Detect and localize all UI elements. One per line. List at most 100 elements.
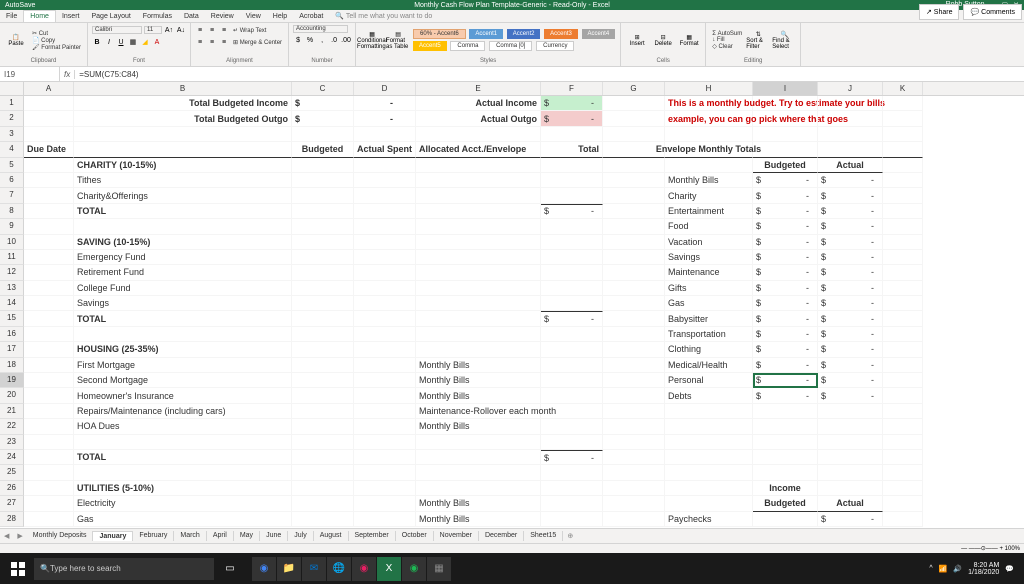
cell-C4[interactable]: Budgeted: [292, 142, 354, 157]
row-header-18[interactable]: 18: [0, 358, 24, 373]
cell-B7[interactable]: Charity&Offerings: [74, 188, 292, 203]
cell-A13[interactable]: [24, 281, 74, 296]
cell-E6[interactable]: [416, 173, 541, 188]
cell-B23[interactable]: [74, 435, 292, 450]
cell-H20[interactable]: Debts: [665, 388, 753, 403]
col-header-A[interactable]: A: [24, 82, 74, 95]
cell-B4[interactable]: [74, 142, 292, 157]
cell-K8[interactable]: [883, 204, 923, 219]
cell-I7[interactable]: $-: [753, 188, 818, 203]
taskbar-app-1[interactable]: ◉: [252, 557, 276, 581]
cell-K28[interactable]: [883, 512, 923, 527]
col-header-J[interactable]: J: [818, 82, 883, 95]
cell-I26[interactable]: Income: [753, 481, 818, 496]
cell-C9[interactable]: [292, 219, 354, 234]
cell-C6[interactable]: [292, 173, 354, 188]
wrap-text-button[interactable]: ↵ Wrap Text: [231, 27, 269, 34]
cell-C7[interactable]: [292, 188, 354, 203]
cell-H17[interactable]: Clothing: [665, 342, 753, 357]
cell-C14[interactable]: [292, 296, 354, 311]
cell-H24[interactable]: [665, 450, 753, 465]
border-button[interactable]: ▦: [128, 37, 138, 47]
cell-D6[interactable]: [354, 173, 416, 188]
taskbar-app-3[interactable]: ✉: [302, 557, 326, 581]
cell-G17[interactable]: [603, 342, 665, 357]
cell-I25[interactable]: [753, 465, 818, 480]
cell-D9[interactable]: [354, 219, 416, 234]
cell-J17[interactable]: $-: [818, 342, 883, 357]
cell-H18[interactable]: Medical/Health: [665, 358, 753, 373]
row-header-10[interactable]: 10: [0, 235, 24, 250]
cell-C27[interactable]: [292, 496, 354, 511]
cell-C28[interactable]: [292, 512, 354, 527]
cell-I6[interactable]: $-: [753, 173, 818, 188]
cell-A9[interactable]: [24, 219, 74, 234]
spreadsheet[interactable]: A B C D E F G H I J K 1Total Budgeted In…: [0, 82, 1024, 528]
bold-button[interactable]: B: [92, 37, 102, 47]
cell-G26[interactable]: [603, 481, 665, 496]
row-header-1[interactable]: 1: [0, 96, 24, 111]
cell-H27[interactable]: [665, 496, 753, 511]
style-accent1[interactable]: Accent1: [469, 29, 503, 39]
merge-center-button[interactable]: ⊞ Merge & Center: [231, 39, 284, 46]
row-header-4[interactable]: 4: [0, 142, 24, 157]
align-right-icon[interactable]: ≡: [219, 37, 229, 47]
row-header-28[interactable]: 28: [0, 512, 24, 527]
cell-I19[interactable]: $-: [753, 373, 818, 388]
sheet-tab-december[interactable]: December: [479, 531, 524, 541]
cell-D13[interactable]: [354, 281, 416, 296]
cell-D5[interactable]: [354, 158, 416, 173]
cell-B16[interactable]: [74, 327, 292, 342]
tray-sound-icon[interactable]: 🔊: [953, 565, 962, 573]
notification-icon[interactable]: 💬: [1005, 565, 1014, 573]
cell-C21[interactable]: [292, 404, 354, 419]
cell-H16[interactable]: Transportation: [665, 327, 753, 342]
cell-D19[interactable]: [354, 373, 416, 388]
cell-C25[interactable]: [292, 465, 354, 480]
tab-nav-prev[interactable]: ◀: [0, 532, 13, 540]
autosum-button[interactable]: Σ AutoSum: [710, 31, 744, 37]
cell-F25[interactable]: [541, 465, 603, 480]
font-name[interactable]: Calibri: [92, 26, 142, 34]
cell-H11[interactable]: Savings: [665, 250, 753, 265]
cell-A7[interactable]: [24, 188, 74, 203]
menu-data[interactable]: Data: [178, 11, 205, 22]
cell-J2[interactable]: [818, 111, 883, 126]
cell-B25[interactable]: [74, 465, 292, 480]
decimal-inc-icon[interactable]: .0: [329, 35, 339, 45]
cell-J18[interactable]: $-: [818, 358, 883, 373]
select-all-corner[interactable]: [0, 82, 24, 95]
cell-D15[interactable]: [354, 311, 416, 326]
cell-E19[interactable]: Monthly Bills: [416, 373, 541, 388]
cell-D17[interactable]: [354, 342, 416, 357]
comments-button[interactable]: 💬 Comments: [963, 4, 1022, 20]
style-currency[interactable]: Currency: [536, 41, 574, 51]
cell-F22[interactable]: [541, 419, 603, 434]
cell-B21[interactable]: Repairs/Maintenance (including cars): [74, 404, 292, 419]
cell-A23[interactable]: [24, 435, 74, 450]
menu-file[interactable]: File: [0, 11, 23, 22]
clock-time[interactable]: 8:20 AM: [968, 562, 999, 569]
cell-E9[interactable]: [416, 219, 541, 234]
clock-date[interactable]: 1/18/2020: [968, 569, 999, 576]
cell-H3[interactable]: [665, 127, 753, 142]
font-color-button[interactable]: A: [152, 37, 162, 47]
cell-F13[interactable]: [541, 281, 603, 296]
decrease-font-icon[interactable]: A↓: [176, 25, 186, 35]
cell-F12[interactable]: [541, 265, 603, 280]
cell-E1[interactable]: Actual Income: [416, 96, 541, 111]
cell-G10[interactable]: [603, 235, 665, 250]
cell-B10[interactable]: SAVING (10-15%): [74, 235, 292, 250]
cell-I4[interactable]: [753, 142, 818, 157]
cell-I28[interactable]: [753, 512, 818, 527]
cell-G14[interactable]: [603, 296, 665, 311]
cell-I22[interactable]: [753, 419, 818, 434]
cell-B11[interactable]: Emergency Fund: [74, 250, 292, 265]
cell-G5[interactable]: [603, 158, 665, 173]
cell-I5[interactable]: Budgeted: [753, 158, 818, 173]
cell-E27[interactable]: Monthly Bills: [416, 496, 541, 511]
style-comma0[interactable]: Comma [0]: [489, 41, 532, 51]
cell-C3[interactable]: [292, 127, 354, 142]
taskbar-app-7[interactable]: ◉: [402, 557, 426, 581]
cell-A14[interactable]: [24, 296, 74, 311]
